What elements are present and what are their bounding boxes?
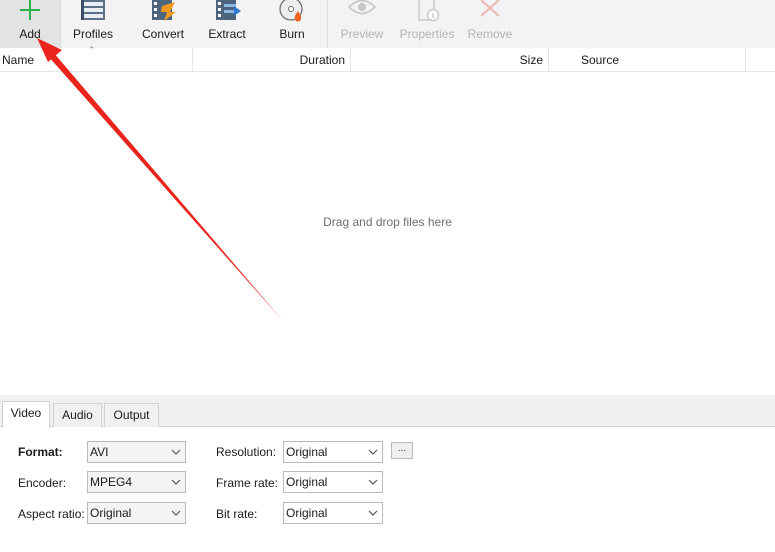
tab-output[interactable]: Output (104, 403, 159, 427)
column-divider[interactable] (548, 48, 549, 72)
framerate-value: Original (286, 475, 328, 489)
close-icon (480, 0, 500, 17)
column-name[interactable]: Name (2, 48, 34, 72)
add-button[interactable]: Add (0, 0, 60, 48)
info-document-icon (418, 0, 440, 22)
encoder-value: MPEG4 (90, 475, 133, 489)
resolution-select[interactable]: Original (283, 441, 383, 463)
convert-button[interactable]: Convert (134, 0, 192, 48)
toolbar-separator (60, 0, 61, 48)
aspect-ratio-value: Original (90, 506, 132, 520)
resolution-value: Original (286, 445, 328, 459)
tab-audio[interactable]: Audio (53, 403, 102, 427)
tab-video[interactable]: Video (2, 401, 50, 428)
toolbar-separator (327, 0, 328, 48)
remove-label: Remove (467, 27, 513, 41)
chevron-down-icon (171, 449, 181, 455)
framerate-label: Frame rate: (216, 476, 279, 490)
aspect-ratio-select[interactable]: Original (87, 502, 186, 524)
chevron-down-icon (171, 479, 181, 485)
disc-burn-icon (279, 0, 303, 22)
resolution-more-button[interactable]: ... (391, 442, 413, 459)
chevron-down-icon (368, 510, 378, 516)
burn-label: Burn (279, 27, 305, 41)
eye-icon (347, 0, 377, 15)
settings-panel: Video Audio Output Format: AVI Resolutio… (0, 395, 775, 552)
chevron-down-icon (368, 479, 378, 485)
column-source[interactable]: Source (581, 48, 619, 72)
bitrate-select[interactable]: Original (283, 502, 383, 524)
properties-button[interactable]: Properties (396, 0, 458, 48)
bitrate-value: Original (286, 506, 328, 520)
format-label: Format: (18, 445, 63, 459)
convert-label: Convert (141, 27, 185, 41)
properties-label: Properties (399, 27, 455, 41)
remove-button[interactable]: Remove (462, 0, 518, 48)
settings-tabs: Video Audio Output (0, 395, 775, 428)
aspect-ratio-label: Aspect ratio: (18, 507, 85, 521)
encoder-label: Encoder: (18, 476, 67, 490)
chevron-down-icon (368, 449, 378, 455)
column-duration[interactable]: Duration (193, 48, 345, 72)
profiles-icon (81, 0, 105, 20)
extract-label: Extract (208, 27, 246, 41)
encoder-select[interactable]: MPEG4 (87, 471, 186, 493)
profiles-label: Profiles (72, 27, 113, 41)
burn-button[interactable]: Burn (264, 0, 320, 48)
preview-label: Preview (340, 27, 384, 41)
format-value: AVI (90, 445, 109, 459)
preview-button[interactable]: Preview (333, 0, 391, 48)
extract-icon (216, 0, 241, 20)
convert-icon (152, 0, 176, 21)
framerate-select[interactable]: Original (283, 471, 383, 493)
profiles-button[interactable]: Profiles (64, 0, 122, 48)
resolution-label: Resolution: (216, 445, 277, 459)
file-list-header: ⌃ Name Duration Size Source (0, 45, 775, 72)
column-size[interactable]: Size (351, 48, 543, 72)
toolbar: Add Profiles Convert Extract Burn Previe… (0, 0, 775, 48)
sort-caret-icon: ⌃ (88, 45, 96, 55)
file-list[interactable]: Drag and drop files here (0, 72, 775, 395)
chevron-down-icon (171, 510, 181, 516)
bitrate-label: Bit rate: (216, 507, 258, 521)
column-divider[interactable] (745, 48, 746, 72)
add-label: Add (19, 27, 41, 41)
extract-button[interactable]: Extract (198, 0, 256, 48)
plus-icon (20, 0, 40, 20)
drop-hint: Drag and drop files here (323, 215, 452, 229)
format-select[interactable]: AVI (87, 441, 186, 463)
